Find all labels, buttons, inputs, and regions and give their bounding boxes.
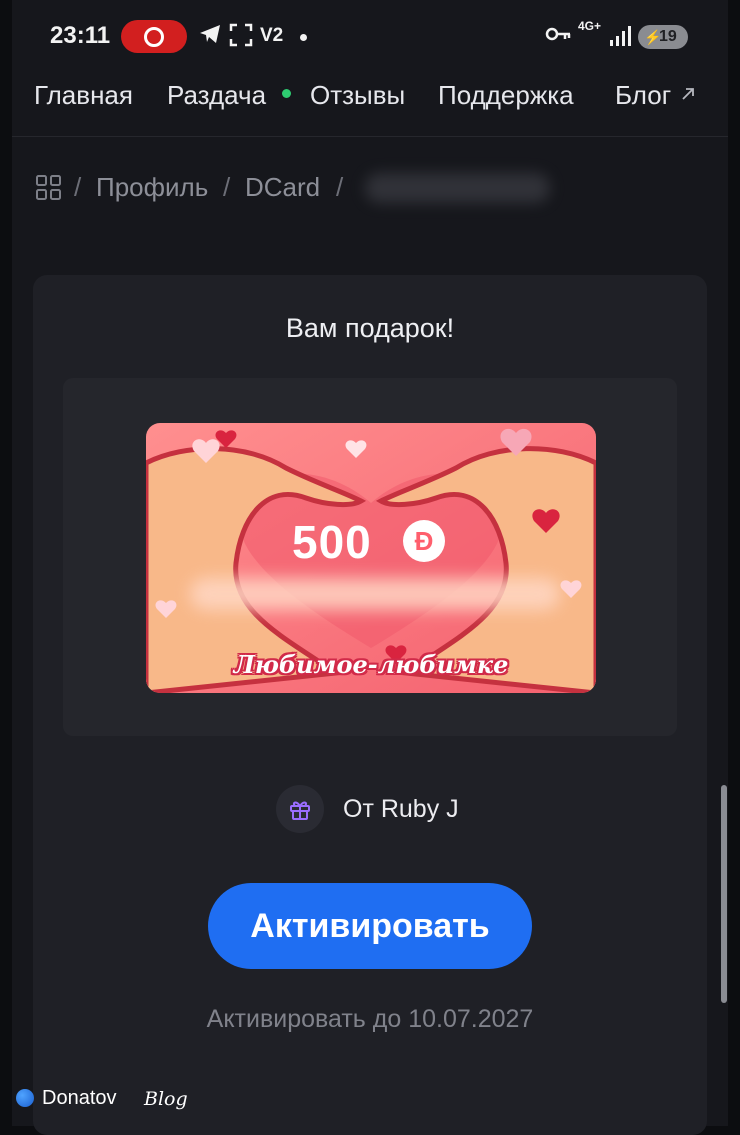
activate-button[interactable]: Активировать [208, 883, 532, 969]
status-bar: 23:11 V2 4G+ ⚡ 19 [0, 0, 740, 72]
watermark-suffix: Blog [144, 1088, 188, 1110]
gift-amount: 500 [292, 516, 372, 568]
gift-sender-avatar [276, 785, 324, 833]
activation-deadline: Активировать до 10.07.2027 [206, 1005, 534, 1033]
breadcrumb-separator: / [336, 172, 344, 202]
breadcrumb-redacted-item [365, 173, 550, 203]
battery-indicator: ⚡ 19 [638, 25, 688, 49]
nav-item-reviews[interactable]: Отзывы [310, 80, 405, 111]
breadcrumb-profile[interactable]: Профиль [96, 172, 208, 203]
record-icon [144, 27, 164, 47]
breadcrumb-separator: / [223, 172, 231, 202]
nav-item-blog[interactable]: Блог [615, 80, 671, 111]
scrollbar-thumb[interactable] [721, 785, 727, 1003]
status-time: 23:11 [50, 22, 111, 49]
external-link-icon [682, 88, 694, 100]
nav-item-support[interactable]: Поддержка [438, 80, 574, 111]
screen-record-indicator[interactable] [121, 20, 187, 53]
watermark-logo-icon [16, 1089, 34, 1107]
telegram-icon [200, 25, 220, 43]
gift-card-redacted-text [190, 578, 560, 610]
network-type: 4G+ [578, 19, 602, 33]
breadcrumb-dcard[interactable]: DCard [245, 172, 320, 203]
nav-item-home[interactable]: Главная [34, 80, 133, 111]
key-icon [545, 27, 571, 41]
watermark-brand: Donatov [42, 1087, 117, 1109]
grid-icon[interactable] [36, 175, 61, 200]
gift-title: Вам подарок! [285, 313, 455, 343]
nav-item-giveaway[interactable]: Раздача [167, 80, 266, 111]
gift-card-caption: Любимое-любимке [233, 650, 509, 679]
gift-icon [290, 801, 310, 820]
battery-level: 19 [659, 28, 677, 45]
signal-icon [610, 26, 631, 46]
breadcrumb-separator: / [74, 172, 82, 202]
giveaway-live-dot [282, 89, 291, 98]
screenshot-frame-icon [229, 23, 253, 47]
dcoin-icon: Đ [403, 520, 445, 562]
vpn-label: V2 [260, 25, 284, 46]
gift-sender: От Ruby J [343, 795, 459, 823]
notification-dot [300, 34, 307, 41]
nav-divider [12, 136, 728, 137]
